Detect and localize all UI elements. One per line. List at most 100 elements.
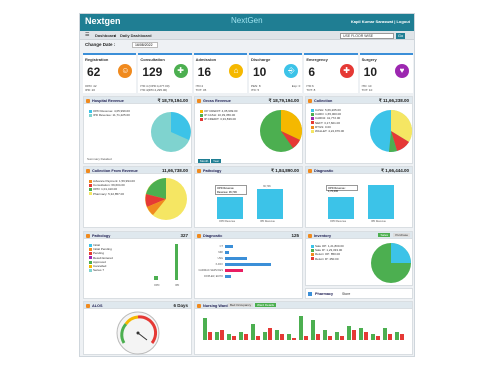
legend: Advance Payment: 1,59,994.00 Consultation…: [89, 179, 135, 196]
pharmacy-icon: [308, 292, 312, 296]
kpi-surgery[interactable]: Surgery 10 ♥ ITD: 10 TOT: 10: [359, 53, 413, 93]
kpi-admission[interactable]: Admission 16 ⌂ ITD:4 TOT: 45: [193, 53, 247, 93]
panel-value: ₹ 11,66,238.00: [378, 98, 409, 103]
ward-bar: [359, 328, 363, 340]
bed-occupancy-button[interactable]: Bed Occupancy: [228, 303, 254, 307]
panel-value: ₹ 18,79,194.00: [157, 98, 188, 103]
gross-revenue-pie[interactable]: [259, 109, 303, 153]
kpi-sub: ITD:4(IPD:4,295.00): [140, 88, 168, 92]
panel-icon: [197, 168, 201, 173]
panel-title: Collection: [314, 98, 333, 103]
menu-icon[interactable]: ☰: [85, 33, 89, 38]
top-bar: Nextgen NextGen Kapil Kumar Saraswat | L…: [80, 14, 414, 31]
panel-icon: [197, 303, 201, 308]
diagnostic-summary-panel: Diagnostic 125 CT MRI USG X-RAY CARDIAC S…: [194, 231, 303, 299]
hospital-revenue-pie[interactable]: [150, 111, 192, 153]
panel-value: 125: [291, 233, 299, 238]
ward-bar: [323, 330, 327, 340]
kpi-consultation[interactable]: Consultation 129 ✚ ITD:4 (OPD:4,277.00) ITD:…: [138, 53, 192, 93]
sales-button[interactable]: Sales: [378, 233, 390, 237]
panel-icon: [197, 233, 201, 238]
chart-tooltip: OPD Revenue Revenue: 36,706: [215, 185, 247, 195]
kpi-discharge[interactable]: Discharge 10 ⎆ PEN: 8 ITD: 5 Exp: 0: [248, 53, 303, 93]
ward-bar: [311, 320, 315, 340]
panel-icon: [197, 98, 201, 103]
brand-logo[interactable]: Nextgen: [85, 16, 121, 26]
panel-value: 327: [180, 233, 188, 238]
ipd-revenue-bar[interactable]: [368, 185, 394, 219]
collection-pie[interactable]: [369, 109, 413, 153]
x-tick: IPD Revenue: [371, 220, 386, 223]
bed-icon: ⌂: [228, 64, 243, 78]
ward-bar: [203, 318, 207, 340]
year-button[interactable]: Year: [211, 159, 222, 163]
panel-title: Hospital Revenue: [92, 98, 124, 103]
kpi-value: 10: [363, 65, 377, 79]
person-icon: ☺: [118, 64, 133, 78]
ward-bar: [340, 336, 344, 340]
ipd-revenue-bar[interactable]: [257, 189, 283, 219]
kpi-registration[interactable]: Registration 62 ☺ OPD: 42 IPD: 20: [83, 53, 137, 93]
ipd-bar[interactable]: [175, 244, 178, 280]
ward-bar: [364, 332, 368, 340]
breadcrumb-sep: ▸: [114, 33, 117, 38]
alos-panel: ALOS 6 Days: [83, 301, 192, 355]
panel-title: Diagnostic: [203, 233, 223, 238]
date-label: Change Date :: [85, 42, 116, 47]
ambulance-icon: ✚: [339, 64, 354, 78]
kpi-sub: TOT: 45: [195, 88, 207, 92]
collection-from-revenue-pie[interactable]: [144, 177, 188, 221]
panel-title: Inventory: [314, 233, 332, 238]
go-button[interactable]: Go: [396, 32, 405, 39]
kpi-sub: TOT: 10: [361, 88, 373, 92]
ward-bar: [304, 336, 308, 340]
unit-select[interactable]: USE FLOOR WISE: [340, 32, 394, 39]
diag-bars: CT MRI USG X-RAY CARDIAC SERVICES DOPLER…: [197, 244, 297, 280]
gross-revenue-panel: Gross Revenue ₹ 18,79,194.00 OP CREDIT: 4…: [194, 96, 303, 164]
ward-bar: [239, 332, 243, 340]
store-radio[interactable]: Store: [342, 292, 350, 296]
breadcrumb-dashboard[interactable]: Dashboard: [95, 33, 116, 38]
inventory-pie[interactable]: [370, 242, 412, 284]
ward-bar: [232, 336, 236, 340]
month-button[interactable]: Month: [198, 159, 211, 163]
x-tick: OPD Revenue: [330, 220, 347, 223]
kpi-emergency[interactable]: Emergency 6 ✚ ITD:6 TOT: 8: [304, 53, 358, 93]
breadcrumb-daily[interactable]: Daily Dashboard: [120, 33, 152, 38]
summary-detailed-toggle[interactable]: Summary Detailed: [87, 157, 112, 161]
x-tick: OPD Revenue: [219, 220, 236, 223]
ward-bar: [256, 336, 260, 340]
ward-bar: [208, 332, 212, 340]
ward-bar: [227, 334, 231, 340]
panel-value: ₹ 18,79,194.00: [268, 98, 299, 103]
panel-title: ALOS: [92, 303, 103, 308]
panel-icon: [86, 303, 90, 308]
alos-gauge[interactable]: [116, 311, 160, 355]
opd-revenue-bar[interactable]: [328, 197, 354, 219]
kpi-title: Admission: [195, 57, 217, 62]
kpi-sub: ITD: 5: [250, 88, 260, 92]
kpi-value: 16: [197, 65, 212, 79]
panel-title: Collection From Revenue: [92, 168, 138, 173]
kpi-title: Registration: [85, 57, 109, 62]
ward-bar: [280, 334, 284, 340]
nursing-ward-panel: Nursing Ward Bed Occupancy Ward Details: [194, 301, 413, 355]
opd-bar[interactable]: [154, 276, 158, 280]
panel-title: Pharmacy: [315, 292, 334, 296]
pathology-revenue-panel: Pathology ₹ 1,84,890.00 OPD Revenue Revenu…: [194, 166, 303, 228]
kpi-value: 129: [142, 65, 163, 79]
kpi-title: Consultation: [140, 57, 165, 62]
ward-details-button[interactable]: Ward Details: [255, 303, 277, 307]
ward-bar-chart[interactable]: [201, 314, 409, 340]
dashboard-window: Nextgen NextGen Kapil Kumar Saraswat | L…: [79, 13, 415, 357]
date-input[interactable]: 16/08/2022: [132, 42, 158, 48]
ward-bar: [347, 326, 351, 340]
kpi-row: Registration 62 ☺ OPD: 42 IPD: 20 Consultati…: [83, 53, 413, 93]
kpi-value: 6: [308, 65, 315, 79]
purchase-button[interactable]: Purchase: [393, 233, 410, 237]
user-logout-link[interactable]: Kapil Kumar Saraswat | Logout: [351, 19, 410, 24]
panel-title: Gross Revenue: [203, 98, 231, 103]
ward-bar: [316, 334, 320, 340]
panel-title: Pathology: [92, 233, 111, 238]
opd-revenue-bar[interactable]: [217, 197, 243, 219]
